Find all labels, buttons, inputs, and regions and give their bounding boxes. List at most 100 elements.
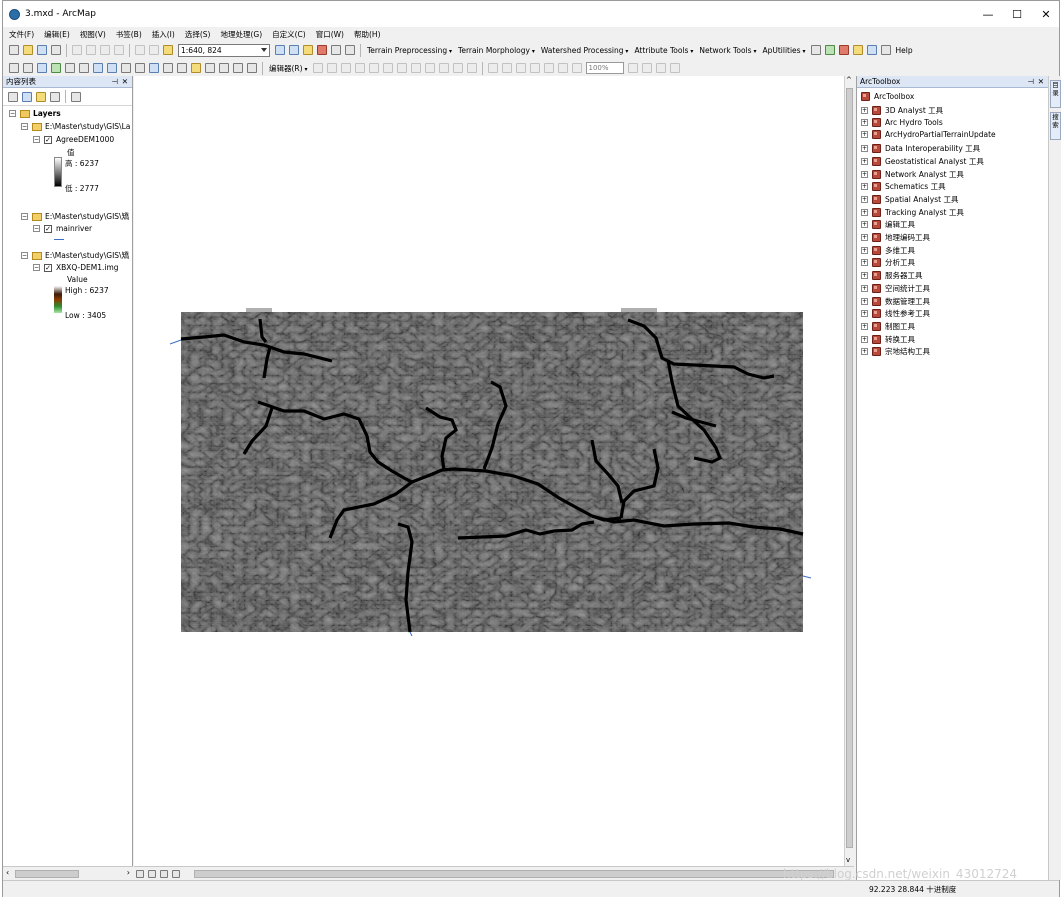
menu-file[interactable]: 文件(F): [9, 29, 34, 40]
list-by-selection-icon[interactable]: [50, 91, 60, 102]
toolbox-item[interactable]: + 转换工具: [861, 334, 915, 345]
close-icon[interactable]: ✕: [122, 76, 128, 88]
sketch-properties-icon[interactable]: [452, 63, 463, 73]
paste-icon[interactable]: [100, 45, 110, 55]
hyperlink-icon[interactable]: [163, 63, 173, 73]
straight-segment-icon[interactable]: [340, 63, 351, 73]
toolbox-item[interactable]: + 多维工具: [861, 245, 915, 256]
expand-icon[interactable]: +: [861, 259, 868, 267]
folder-group-2[interactable]: − E:\Master\study\GIS\矯: [21, 211, 129, 222]
toolbox-item[interactable]: + 制图工具: [861, 321, 915, 332]
identify-icon[interactable]: [149, 63, 159, 73]
menu-bookmarks[interactable]: 书签(B): [116, 29, 142, 40]
close-button[interactable]: ✕: [1031, 1, 1061, 27]
layout-forward-icon[interactable]: [571, 63, 582, 73]
toolbox-item[interactable]: + 分析工具: [861, 257, 915, 268]
expand-icon[interactable]: −: [33, 225, 40, 232]
data-driven-pages-icon[interactable]: [669, 63, 680, 73]
toolbox-item[interactable]: + 宗地结构工具: [861, 346, 930, 357]
add-data-icon[interactable]: [163, 45, 173, 55]
create-features-icon[interactable]: [466, 63, 477, 73]
redo-icon[interactable]: [149, 45, 159, 55]
expand-icon[interactable]: +: [861, 107, 868, 114]
cut-polygons-icon[interactable]: [396, 63, 407, 73]
menu-edit[interactable]: 编辑(E): [44, 29, 70, 40]
delete-icon[interactable]: [114, 45, 124, 55]
pin-icon[interactable]: ⊣: [111, 76, 118, 88]
toolbox-item[interactable]: + 编辑工具: [861, 219, 915, 230]
toolbox-icon[interactable]: [317, 45, 327, 55]
globe-icon[interactable]: [866, 45, 877, 55]
options-icon[interactable]: [71, 91, 81, 102]
expand-icon[interactable]: +: [861, 297, 868, 305]
save-icon[interactable]: [37, 45, 47, 55]
layer-mainriver[interactable]: − ✓ mainriver: [33, 224, 92, 233]
editor-toolbar-icon[interactable]: [275, 45, 285, 55]
layout-pan-icon[interactable]: [515, 63, 526, 73]
scroll-down-icon[interactable]: v: [846, 856, 850, 864]
map-view[interactable]: [134, 76, 854, 866]
expand-icon[interactable]: +: [861, 272, 868, 280]
split-icon[interactable]: [410, 63, 421, 73]
reshape-icon[interactable]: [382, 63, 393, 73]
menu-help[interactable]: 帮助(H): [354, 29, 381, 40]
toggle-draft-icon[interactable]: [627, 63, 638, 73]
toolbox-item[interactable]: + Data Interoperability 工具: [861, 143, 980, 154]
zoom-in-icon[interactable]: [9, 63, 19, 73]
menu-windows[interactable]: 窗口(W): [316, 29, 344, 40]
find-route-icon[interactable]: [219, 63, 229, 73]
expand-icon[interactable]: +: [861, 246, 868, 254]
edit-annotation-icon[interactable]: [326, 63, 337, 73]
open-icon[interactable]: [23, 45, 33, 55]
expand-icon[interactable]: +: [861, 310, 868, 318]
expand-icon[interactable]: −: [9, 110, 16, 117]
expand-icon[interactable]: +: [861, 348, 868, 356]
zoom-out-icon[interactable]: [23, 63, 33, 73]
close-icon[interactable]: ✕: [1038, 76, 1044, 88]
minimize-button[interactable]: —: [973, 1, 1003, 27]
edit-tool-icon[interactable]: [312, 63, 323, 73]
catalog-side-tab[interactable]: 目录: [1050, 80, 1061, 108]
toolbox-item[interactable]: + Spatial Analyst 工具: [861, 194, 958, 205]
table-of-contents-icon[interactable]: [289, 45, 299, 55]
refresh-icon[interactable]: [160, 869, 168, 878]
map-vertical-scrollbar[interactable]: ^ v: [844, 76, 854, 866]
folder-group-1[interactable]: − E:\Master\study\GIS\La: [21, 122, 130, 131]
expand-icon[interactable]: +: [861, 335, 868, 343]
menu-selection[interactable]: 选择(S): [185, 29, 211, 40]
toolbox-item[interactable]: + ArcHydroPartialTerrainUpdate: [861, 130, 996, 140]
checkbox-icon[interactable]: ✓: [44, 135, 52, 144]
map-canvas[interactable]: [134, 76, 854, 866]
fixed-zoom-in-icon[interactable]: [65, 63, 75, 73]
menu-insert[interactable]: 插入(I): [152, 29, 175, 40]
expand-icon[interactable]: +: [861, 170, 868, 178]
expand-icon[interactable]: +: [861, 145, 868, 153]
expand-icon[interactable]: +: [861, 183, 868, 191]
python-icon[interactable]: [331, 45, 341, 55]
checkbox-icon[interactable]: ✓: [44, 224, 52, 233]
toolbox-item[interactable]: +3D Analyst 工具: [861, 105, 943, 116]
map-scale-combobox[interactable]: 1:640, 824: [178, 43, 270, 57]
arcmap-app-icon[interactable]: [9, 8, 20, 20]
menu-view[interactable]: 视图(V): [80, 29, 106, 40]
change-layout-icon[interactable]: [655, 63, 666, 73]
zoom-100-icon[interactable]: [543, 63, 554, 73]
zoom-percent-combobox[interactable]: 100%: [585, 62, 624, 74]
scroll-left-icon[interactable]: ‹: [6, 868, 9, 877]
copy-icon[interactable]: [86, 45, 96, 55]
catalog-icon[interactable]: [303, 45, 313, 55]
expand-icon[interactable]: +: [861, 195, 868, 203]
layout-back-icon[interactable]: [557, 63, 568, 73]
expand-icon[interactable]: +: [861, 234, 868, 241]
attribute-tools-menu[interactable]: Attribute Tools ▾: [634, 46, 693, 55]
batch-point-icon[interactable]: [838, 45, 849, 55]
zoom-whole-page-icon[interactable]: [529, 63, 540, 73]
layer-xbxq-dem1[interactable]: − ✓ XBXQ-DEM1.img: [33, 263, 119, 272]
layer-agreedem1000[interactable]: − ✓ AgreeDEM1000: [33, 135, 114, 144]
toolbox-item[interactable]: + Tracking Analyst 工具: [861, 207, 964, 218]
expand-icon[interactable]: +: [861, 284, 868, 292]
expand-icon[interactable]: −: [33, 264, 40, 271]
expand-icon[interactable]: −: [21, 123, 28, 130]
back-icon[interactable]: [93, 63, 103, 73]
measure-icon[interactable]: [191, 63, 201, 73]
